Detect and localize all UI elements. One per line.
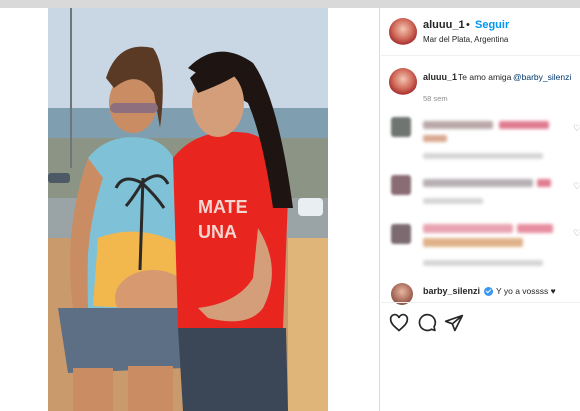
blurred-comment-text: [537, 179, 551, 187]
blurred-comment-text: [517, 224, 553, 233]
comment-like-icon[interactable]: ♡: [573, 228, 580, 239]
follow-button[interactable]: Seguir: [475, 19, 509, 31]
caption-mention[interactable]: @barby_silenzi: [513, 72, 571, 82]
blurred-comment-meta: [423, 260, 543, 266]
reply-username[interactable]: barby_silenzi: [423, 286, 480, 296]
paper-plane-icon[interactable]: [444, 313, 464, 333]
comment-like-icon[interactable]: ♡: [573, 123, 580, 134]
post-location[interactable]: Mar del Plata, Argentina: [423, 35, 508, 44]
browser-top-strip: [0, 0, 580, 8]
blurred-comment-avatar: [391, 224, 411, 244]
comment-like-icon[interactable]: ♡: [573, 181, 580, 192]
svg-text:MATE: MATE: [198, 197, 248, 217]
caption-text: Te amo amiga: [458, 72, 512, 82]
verified-badge-icon: [484, 287, 493, 296]
caption-time: 58 sem: [423, 94, 448, 103]
post-sidebar: aluuu_1 • Seguir Mar del Plata, Argentin…: [381, 8, 580, 411]
blurred-comment-avatar: [391, 175, 411, 195]
blurred-comment-meta: [423, 198, 483, 204]
author-username[interactable]: aluuu_1: [423, 19, 465, 31]
header-separator: •: [466, 19, 470, 31]
comment-bubble-icon[interactable]: [417, 313, 437, 333]
photo-illustration: MATE UNA: [48, 8, 328, 411]
post-header: aluuu_1 • Seguir Mar del Plata, Argentin…: [381, 8, 580, 56]
caption-username[interactable]: aluuu_1: [423, 72, 457, 82]
blurred-comment-text: [423, 121, 493, 129]
blurred-comment-text: [423, 224, 513, 233]
post-photo[interactable]: MATE UNA: [48, 8, 328, 411]
instagram-post-view: MATE UNA aluuu_1 • Seguir Mar del Plata,…: [0, 0, 580, 411]
svg-text:UNA: UNA: [198, 222, 237, 242]
blurred-comment-text: [423, 179, 533, 187]
blurred-comment-text: [499, 121, 549, 129]
blurred-comment-avatar: [391, 117, 411, 137]
caption-avatar[interactable]: [389, 68, 417, 96]
heart-outline-icon[interactable]: [389, 313, 409, 333]
blurred-comment-meta: [423, 153, 543, 159]
photo-pane: MATE UNA: [0, 8, 380, 411]
action-bar: [381, 302, 580, 342]
reply-text: Y yo a vossss ♥: [496, 286, 556, 296]
blurred-comment-text: [423, 238, 523, 247]
author-avatar[interactable]: [389, 18, 417, 46]
blurred-comment-text: [423, 135, 447, 142]
